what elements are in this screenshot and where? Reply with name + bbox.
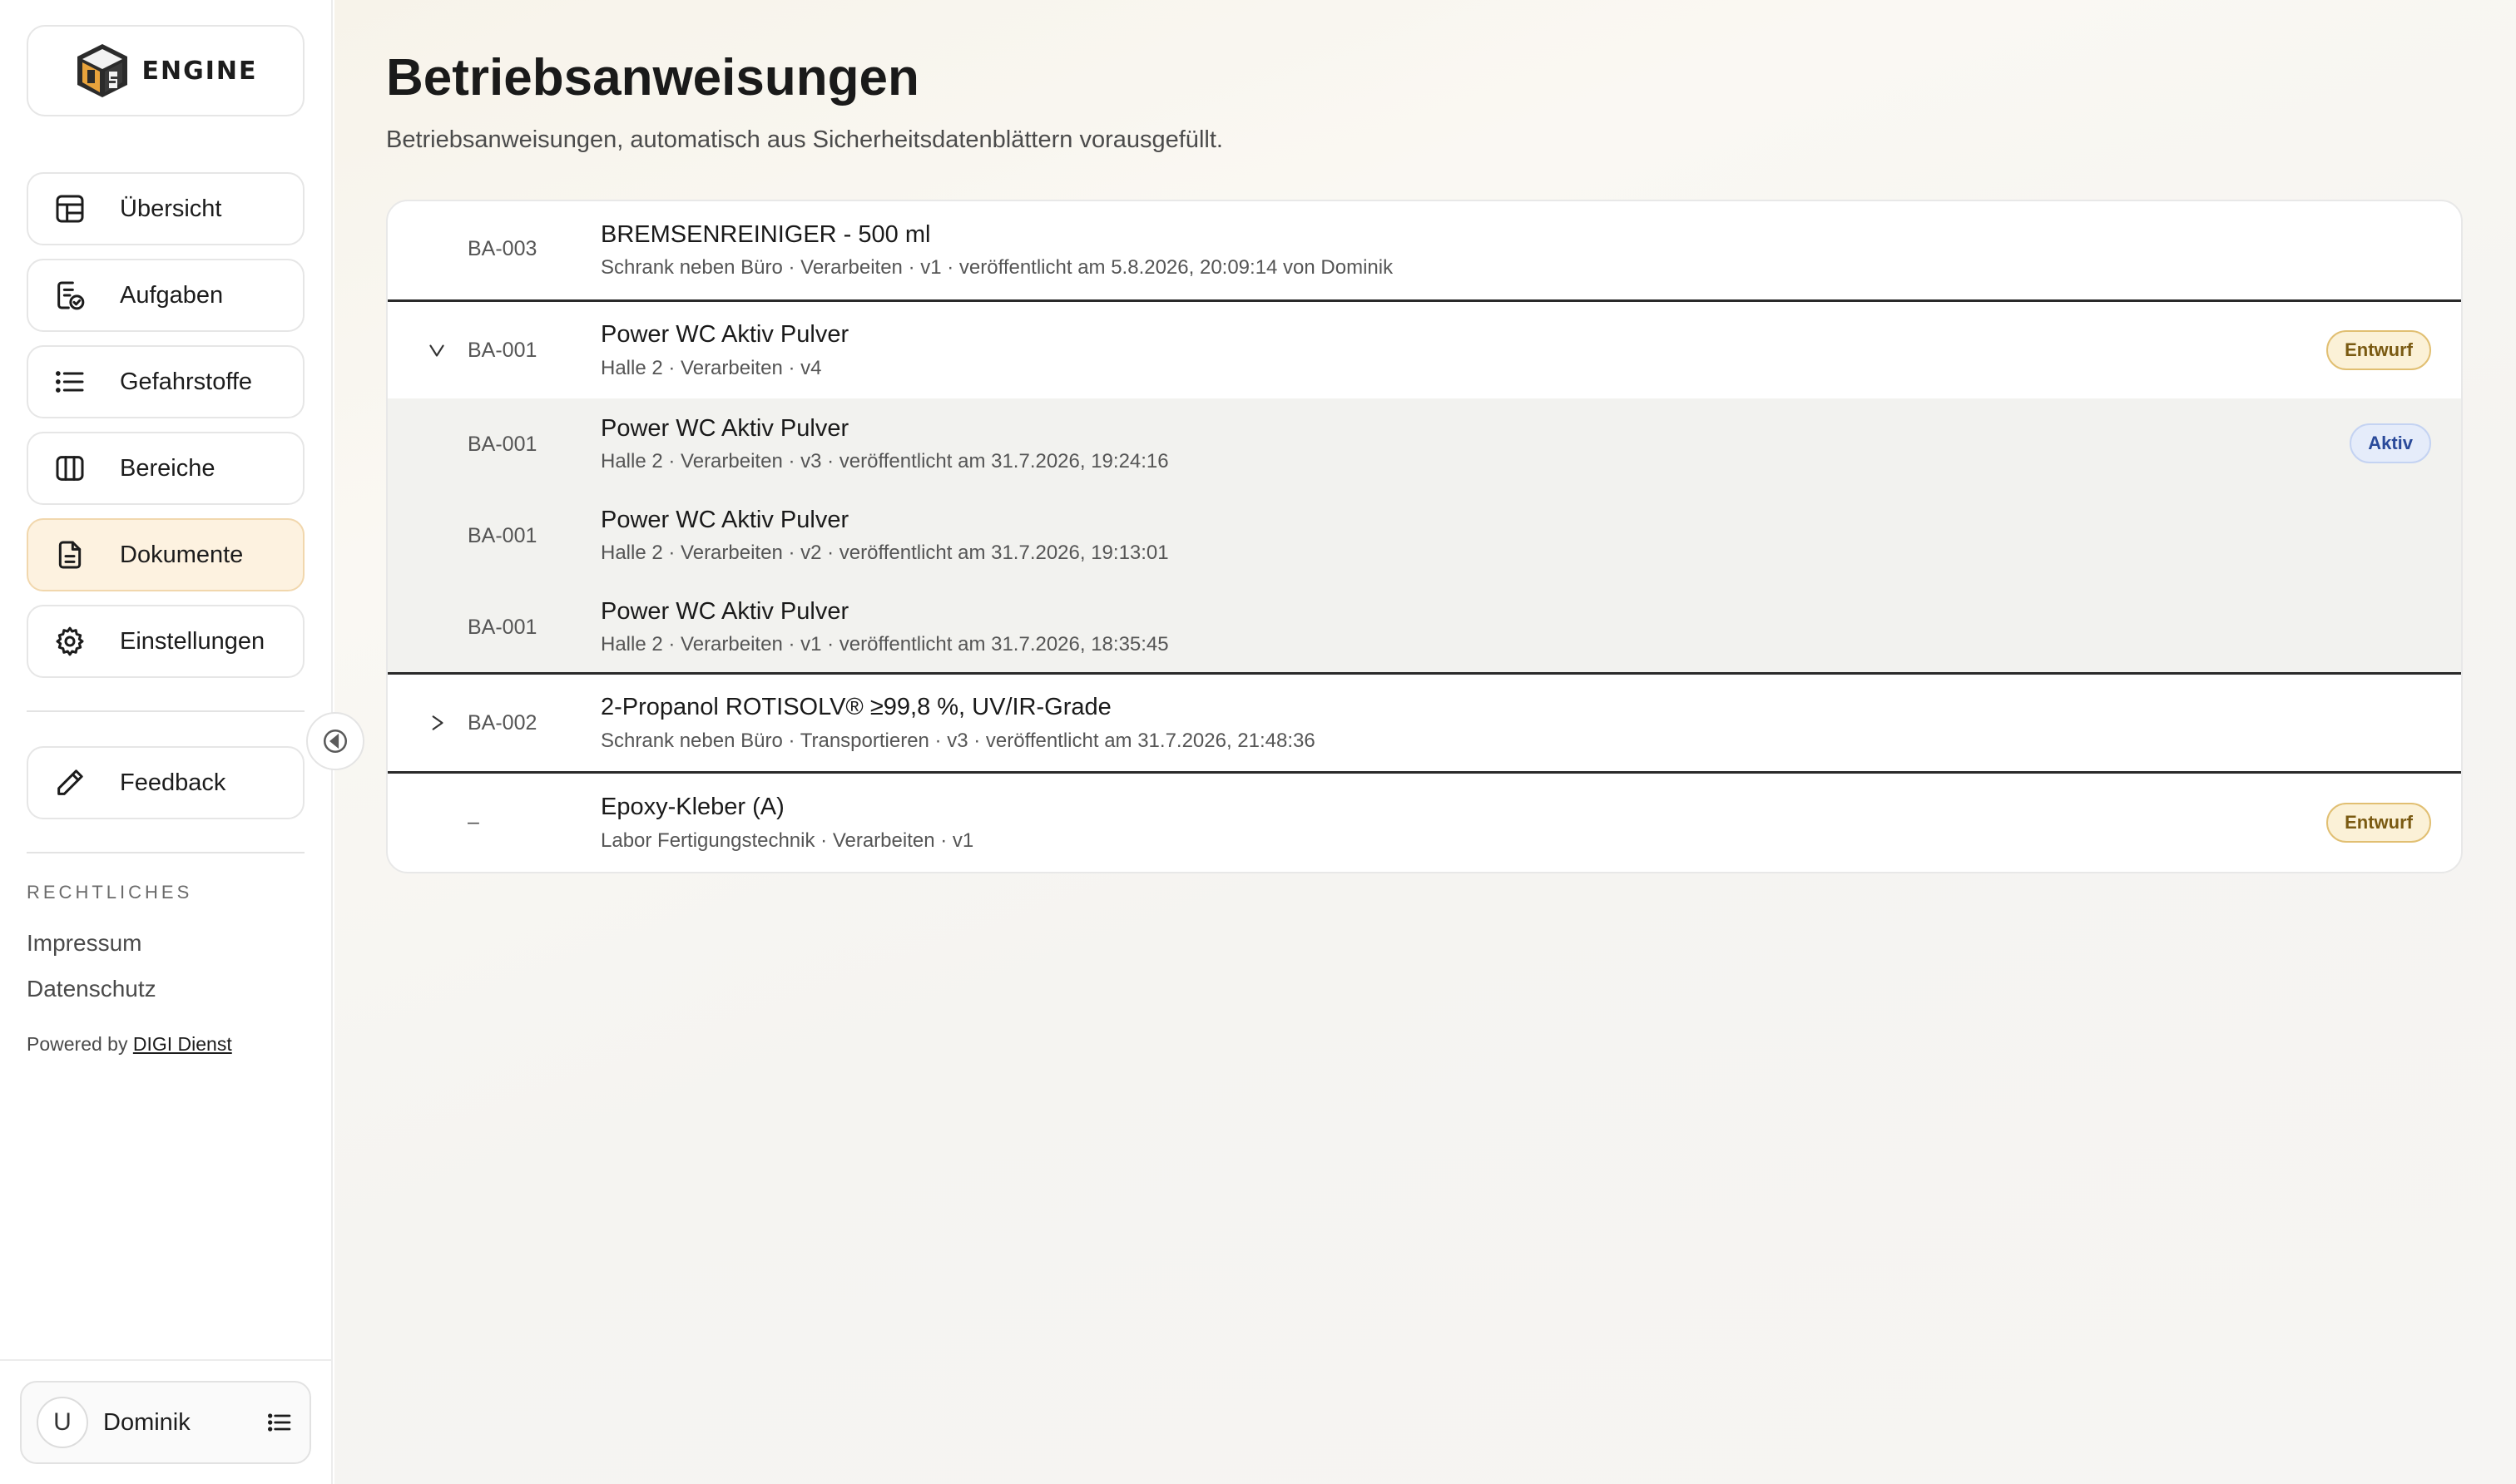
item-code: – xyxy=(468,810,479,834)
nav-label: Einstellungen xyxy=(120,627,265,655)
nav-item-aufgaben[interactable]: Aufgaben xyxy=(27,259,305,332)
item-meta: Schrank neben Büro · Transportieren · v3… xyxy=(601,730,1315,752)
page-title: Betriebsanweisungen xyxy=(386,49,919,106)
item-code: BA-001 xyxy=(468,524,537,547)
layout-icon xyxy=(52,190,88,227)
item-code: BA-003 xyxy=(468,237,537,260)
sidebar: ENGINE Übersicht Aufgaben Gefahrstoffe B… xyxy=(0,0,333,1484)
status-badge: Entwurf xyxy=(2326,803,2431,843)
list-item[interactable]: BA-003 BREMSENREINIGER - 500 ml Schrank … xyxy=(388,201,2461,299)
feedback-button[interactable]: Feedback xyxy=(27,746,305,819)
item-meta: Halle 2 · Verarbeiten · v4 xyxy=(601,357,822,379)
item-title: Power WC Aktiv Pulver xyxy=(601,321,849,348)
nav-label: Bereiche xyxy=(120,454,215,482)
nav-item-gefahrstoffe[interactable]: Gefahrstoffe xyxy=(27,345,305,418)
main-content: Betriebsanweisungen Betriebsanweisungen,… xyxy=(334,0,2516,1484)
feedback-label: Feedback xyxy=(120,769,226,796)
task-icon xyxy=(52,277,88,314)
digi-dienst-link[interactable]: DIGI Dienst xyxy=(133,1033,232,1055)
nav-label: Dokumente xyxy=(120,541,244,568)
brand-name: ENGINE xyxy=(141,56,258,86)
item-title: BREMSENREINIGER - 500 ml xyxy=(601,221,931,248)
sidebar-divider xyxy=(27,852,305,853)
list-icon xyxy=(52,364,88,400)
item-code: BA-001 xyxy=(468,433,537,456)
nav-label: Gefahrstoffe xyxy=(120,368,253,395)
version-item[interactable]: BA-001 Power WC Aktiv Pulver Halle 2 · V… xyxy=(388,398,2461,490)
page-subtitle: Betriebsanweisungen, automatisch aus Sic… xyxy=(386,126,1223,153)
nav-item-dokumente[interactable]: Dokumente xyxy=(27,518,305,591)
instructions-list: BA-003 BREMSENREINIGER - 500 ml Schrank … xyxy=(386,200,2463,873)
chevron-down-icon[interactable] xyxy=(424,338,449,363)
user-menu-box[interactable]: U Dominik xyxy=(20,1381,311,1464)
legal-heading: RECHTLICHES xyxy=(27,882,193,903)
item-title: Epoxy-Kleber (A) xyxy=(601,794,785,820)
item-meta: Labor Fertigungstechnik · Verarbeiten · … xyxy=(601,829,974,852)
item-meta: Halle 2 · Verarbeiten · v2 · veröffentli… xyxy=(601,542,1169,564)
item-code: BA-002 xyxy=(468,711,537,735)
status-badge: Entwurf xyxy=(2326,330,2431,370)
version-item[interactable]: BA-001 Power WC Aktiv Pulver Halle 2 · V… xyxy=(388,490,2461,581)
gear-icon xyxy=(52,623,88,660)
powered-prefix: Powered by xyxy=(27,1033,133,1055)
item-code: BA-001 xyxy=(468,339,537,362)
sidebar-divider xyxy=(27,710,305,712)
nav-label: Aufgaben xyxy=(120,281,224,309)
user-name: Dominik xyxy=(103,1408,191,1436)
version-item[interactable]: BA-001 Power WC Aktiv Pulver Halle 2 · V… xyxy=(388,581,2461,673)
status-badge: Aktiv xyxy=(2350,423,2431,463)
item-title: 2-Propanol ROTISOLV® ≥99,8 %, UV/IR-Grad… xyxy=(601,694,1112,720)
list-item[interactable]: – Epoxy-Kleber (A) Labor Fertigungstechn… xyxy=(388,774,2461,872)
item-title: Power WC Aktiv Pulver xyxy=(601,415,849,442)
chevron-right-icon[interactable] xyxy=(424,710,449,735)
impressum-link[interactable]: Impressum xyxy=(27,930,141,957)
columns-icon xyxy=(52,450,88,487)
item-title: Power WC Aktiv Pulver xyxy=(601,598,849,625)
item-meta: Halle 2 · Verarbeiten · v1 · veröffentli… xyxy=(601,633,1169,655)
sidebar-collapse-button[interactable] xyxy=(306,712,364,770)
list-item[interactable]: BA-002 2-Propanol ROTISOLV® ≥99,8 %, UV/… xyxy=(388,675,2461,771)
cube-logo-icon xyxy=(77,44,127,97)
document-icon xyxy=(52,537,88,573)
item-code: BA-001 xyxy=(468,616,537,639)
item-meta: Halle 2 · Verarbeiten · v3 · veröffentli… xyxy=(601,450,1169,472)
brand-logo[interactable]: ENGINE xyxy=(27,25,305,116)
footer-divider xyxy=(0,1359,333,1361)
collapse-left-icon xyxy=(323,729,348,754)
avatar: U xyxy=(37,1397,88,1448)
datenschutz-link[interactable]: Datenschutz xyxy=(27,976,156,1002)
nav-item-uebersicht[interactable]: Übersicht xyxy=(27,172,305,245)
nav-item-einstellungen[interactable]: Einstellungen xyxy=(27,605,305,678)
nav-item-bereiche[interactable]: Bereiche xyxy=(27,432,305,505)
nav-label: Übersicht xyxy=(120,195,222,222)
pencil-icon xyxy=(52,764,88,801)
list-item[interactable]: BA-001 Power WC Aktiv Pulver Halle 2 · V… xyxy=(388,302,2461,398)
item-meta: Schrank neben Büro · Verarbeiten · v1 · … xyxy=(601,256,1394,279)
item-title: Power WC Aktiv Pulver xyxy=(601,507,849,533)
powered-by: Powered by DIGI Dienst xyxy=(27,1033,232,1056)
user-menu-icon[interactable] xyxy=(265,1407,295,1437)
